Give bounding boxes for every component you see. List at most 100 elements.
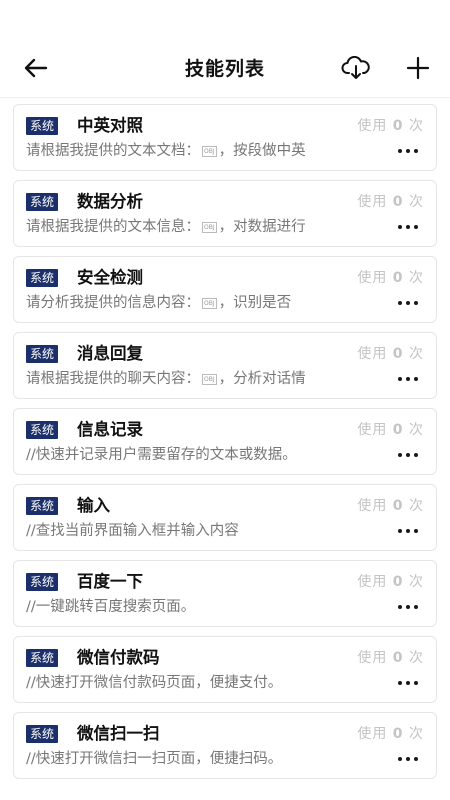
skill-description: 请分析我提供的信息内容： OBJ ，识别是否 — [26, 293, 366, 313]
desc-text: //快速打开微信扫一扫页面，便捷扫码。 — [26, 751, 283, 767]
skill-card[interactable]: 系统 安全检测 使用 0 次 请分析我提供的信息内容： OBJ ，识别是否 — [13, 256, 437, 323]
system-tag: 系统 — [26, 573, 59, 591]
skill-card[interactable]: 系统 微信扫一扫 使用 0 次 //快速打开微信扫一扫页面，便捷扫码。 — [13, 712, 437, 779]
usage-prefix: 使用 — [357, 498, 388, 514]
cloud-download-icon — [341, 56, 370, 79]
usage-suffix: 次 — [409, 346, 424, 362]
usage-number: 0 — [392, 498, 404, 514]
usage-count: 使用 0 次 — [357, 192, 424, 212]
skill-card[interactable]: 系统 微信付款码 使用 0 次 //快速打开微信付款码页面，便捷支付。 — [13, 636, 437, 703]
usage-prefix: 使用 — [357, 270, 388, 286]
more-options-button[interactable] — [394, 447, 422, 463]
dot-icon — [398, 757, 402, 761]
dot-icon — [398, 225, 402, 229]
skill-description: //快速并记录用户需要留存的文本或数据。 — [26, 445, 366, 465]
page-title: 技能列表 — [184, 58, 265, 80]
dot-icon — [414, 377, 418, 381]
usage-prefix: 使用 — [357, 118, 388, 134]
skill-title: 安全检测 — [77, 268, 143, 287]
dot-icon — [398, 149, 402, 153]
dot-icon — [398, 301, 402, 305]
dot-icon — [406, 757, 410, 761]
desc-text: 请根据我提供的聊天内容： — [26, 371, 200, 387]
dot-icon — [414, 301, 418, 305]
more-options-button[interactable] — [394, 371, 422, 387]
usage-suffix: 次 — [409, 422, 424, 438]
skill-card[interactable]: 系统 数据分析 使用 0 次 请根据我提供的文本信息： OBJ ，对数据进行 — [13, 180, 437, 247]
dot-icon — [398, 377, 402, 381]
dot-icon — [406, 529, 410, 533]
usage-number: 0 — [392, 346, 404, 362]
usage-suffix: 次 — [409, 194, 424, 210]
dot-icon — [406, 681, 410, 685]
usage-suffix: 次 — [409, 118, 424, 134]
more-options-button[interactable] — [394, 523, 422, 539]
object-placeholder-icon: OBJ — [202, 298, 217, 309]
desc-text: 请分析我提供的信息内容： — [26, 295, 200, 311]
more-options-button[interactable] — [394, 295, 422, 311]
skill-card[interactable]: 系统 输入 使用 0 次 //查找当前界面输入框并输入内容 — [13, 484, 437, 551]
desc-text-tail: ，分析对话情 — [218, 371, 306, 387]
usage-count: 使用 0 次 — [357, 572, 424, 592]
dot-icon — [406, 453, 410, 457]
usage-suffix: 次 — [409, 270, 424, 286]
usage-number: 0 — [392, 422, 404, 438]
usage-count: 使用 0 次 — [357, 724, 424, 744]
skill-description: 请根据我提供的聊天内容： OBJ ，分析对话情 — [26, 369, 366, 389]
usage-count: 使用 0 次 — [357, 344, 424, 364]
skill-card[interactable]: 系统 百度一下 使用 0 次 //一键跳转百度搜索页面。 — [13, 560, 437, 627]
download-button[interactable] — [338, 52, 374, 84]
usage-suffix: 次 — [409, 650, 424, 666]
object-placeholder-icon: OBJ — [202, 374, 217, 385]
skill-card[interactable]: 系统 中英对照 使用 0 次 请根据我提供的文本文档： OBJ ，按段做中英 — [13, 104, 437, 171]
skill-title: 微信付款码 — [77, 648, 160, 667]
more-options-button[interactable] — [394, 219, 422, 235]
usage-prefix: 使用 — [357, 574, 388, 590]
skill-title: 中英对照 — [77, 116, 143, 135]
desc-text-tail: ，对数据进行 — [218, 219, 306, 235]
skill-card[interactable]: 系统 消息回复 使用 0 次 请根据我提供的聊天内容： OBJ ，分析对话情 — [13, 332, 437, 399]
desc-text: //一键跳转百度搜索页面。 — [26, 599, 196, 615]
app-header: 技能列表 — [0, 0, 450, 98]
add-skill-button[interactable] — [400, 52, 436, 84]
plus-icon — [406, 56, 430, 80]
dot-icon — [398, 681, 402, 685]
more-options-button[interactable] — [394, 599, 422, 615]
usage-number: 0 — [392, 118, 404, 134]
system-tag: 系统 — [26, 421, 59, 439]
skill-title: 数据分析 — [77, 192, 143, 211]
skill-card[interactable]: 系统 信息记录 使用 0 次 //快速并记录用户需要留存的文本或数据。 — [13, 408, 437, 475]
dot-icon — [414, 149, 418, 153]
usage-prefix: 使用 — [357, 346, 388, 362]
desc-text: //快速打开微信付款码页面，便捷支付。 — [26, 675, 283, 691]
skill-description: 请根据我提供的文本信息： OBJ ，对数据进行 — [26, 217, 366, 237]
dot-icon — [398, 605, 402, 609]
more-options-button[interactable] — [394, 675, 422, 691]
usage-suffix: 次 — [409, 726, 424, 742]
usage-count: 使用 0 次 — [357, 268, 424, 288]
desc-text: //快速并记录用户需要留存的文本或数据。 — [26, 447, 297, 463]
dot-icon — [414, 529, 418, 533]
desc-text-tail: ，按段做中英 — [218, 143, 306, 159]
dot-icon — [398, 453, 402, 457]
system-tag: 系统 — [26, 193, 59, 211]
usage-prefix: 使用 — [357, 422, 388, 438]
usage-number: 0 — [392, 726, 404, 742]
more-options-button[interactable] — [394, 143, 422, 159]
usage-count: 使用 0 次 — [357, 496, 424, 516]
dot-icon — [406, 605, 410, 609]
skill-title: 百度一下 — [77, 572, 143, 591]
dot-icon — [406, 301, 410, 305]
usage-prefix: 使用 — [357, 726, 388, 742]
system-tag: 系统 — [26, 345, 59, 363]
skill-description: //快速打开微信扫一扫页面，便捷扫码。 — [26, 749, 366, 769]
system-tag: 系统 — [26, 497, 59, 515]
dot-icon — [414, 681, 418, 685]
dot-icon — [414, 225, 418, 229]
more-options-button[interactable] — [394, 751, 422, 767]
object-placeholder-icon: OBJ — [202, 222, 217, 233]
skill-description: //一键跳转百度搜索页面。 — [26, 597, 366, 617]
usage-number: 0 — [392, 270, 404, 286]
desc-text: 请根据我提供的文本文档： — [26, 143, 200, 159]
dot-icon — [414, 757, 418, 761]
